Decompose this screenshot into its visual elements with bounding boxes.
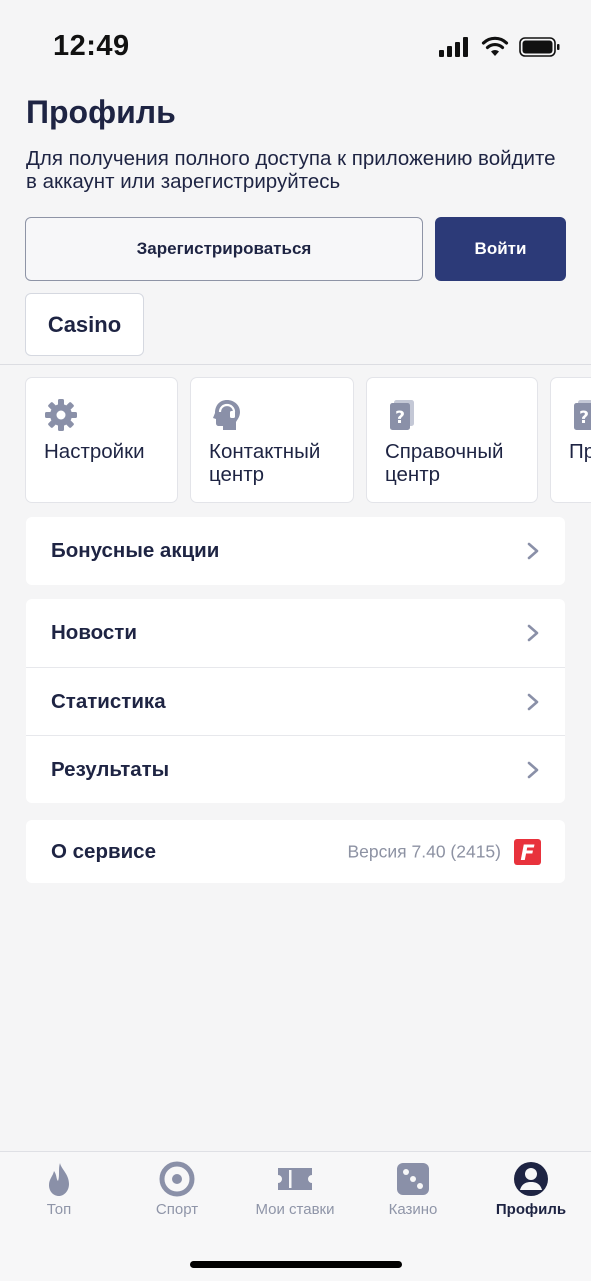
menu-item-label: Новости (51, 621, 137, 644)
support-agent-icon (213, 400, 240, 430)
gear-icon (45, 399, 77, 431)
divider (0, 364, 591, 365)
tab-my-bets[interactable]: Мои ставки (236, 1152, 354, 1232)
menu-item-about[interactable]: О сервисе Версия 7.40 (2415) F (26, 820, 565, 883)
target-icon (159, 1161, 195, 1197)
svg-text:?: ? (579, 408, 589, 428)
tab-top[interactable]: Топ (0, 1152, 118, 1232)
user-icon (514, 1162, 548, 1196)
tile-settings[interactable]: Настройки (25, 377, 178, 503)
tile-contact-center[interactable]: Контактный центр (190, 377, 354, 503)
status-time: 12:49 (53, 30, 130, 62)
bonus-card: Бонусные акции (26, 517, 565, 585)
tab-label: Топ (46, 1201, 72, 1218)
tile-label: Пр (569, 440, 591, 463)
chevron-right-icon (527, 693, 539, 710)
tab-label: Мои ставки (255, 1201, 335, 1218)
tile-label: Контактный центр (209, 440, 321, 486)
about-card: О сервисе Версия 7.40 (2415) F (26, 820, 565, 883)
menu-item-results[interactable]: Результаты (26, 735, 565, 803)
brand-logo-icon: F (514, 838, 541, 865)
chevron-right-icon (527, 542, 539, 560)
page-title: Профиль (26, 94, 176, 130)
info-card: Новости Статистика Результаты (26, 599, 565, 803)
casino-button[interactable]: Casino (25, 293, 144, 356)
tab-profile[interactable]: Профиль (472, 1152, 590, 1232)
tab-sport[interactable]: Спорт (118, 1152, 236, 1232)
chevron-right-icon (527, 761, 539, 778)
tile-help-center[interactable]: ? Справочный центр (366, 377, 538, 503)
flame-icon (49, 1163, 69, 1196)
tile-partial[interactable]: ? Пр (550, 377, 591, 503)
help-book-icon: ? (574, 400, 591, 430)
home-indicator[interactable] (190, 1261, 402, 1268)
battery-icon (519, 36, 560, 57)
register-button[interactable]: Зарегистрироваться (25, 217, 423, 281)
login-button[interactable]: Войти (435, 217, 566, 281)
tile-label: Справочный центр (385, 440, 504, 486)
tab-label: Казино (388, 1201, 438, 1218)
ticket-icon (278, 1168, 312, 1190)
menu-item-label: Бонусные акции (51, 539, 220, 562)
menu-item-statistics[interactable]: Статистика (26, 667, 565, 735)
menu-item-news[interactable]: Новости (26, 599, 565, 667)
chevron-right-icon (527, 624, 539, 642)
page-subtitle: Для получения полного доступа к приложен… (26, 147, 556, 193)
status-icons (439, 36, 561, 57)
tab-casino[interactable]: Казино (354, 1152, 472, 1232)
quick-tiles: Настройки Контактный центр ? Справочный … (0, 377, 591, 505)
status-bar: 12:49 (0, 0, 591, 90)
svg-text:?: ? (395, 408, 405, 428)
tab-label: Профиль (495, 1201, 567, 1218)
menu-item-bonus[interactable]: Бонусные акции (26, 517, 565, 585)
tab-label: Спорт (155, 1201, 199, 1218)
dice-icon (397, 1163, 429, 1195)
svg-text:F: F (520, 841, 535, 865)
menu-item-label: О сервисе (51, 839, 156, 863)
tile-label: Настройки (44, 440, 145, 463)
wifi-icon (481, 36, 509, 56)
menu-item-label: Результаты (51, 757, 170, 781)
signal-icon (439, 36, 468, 57)
app-version: Версия 7.40 (2415) (347, 841, 501, 861)
help-book-icon: ? (390, 400, 414, 430)
menu-item-label: Статистика (51, 689, 166, 713)
